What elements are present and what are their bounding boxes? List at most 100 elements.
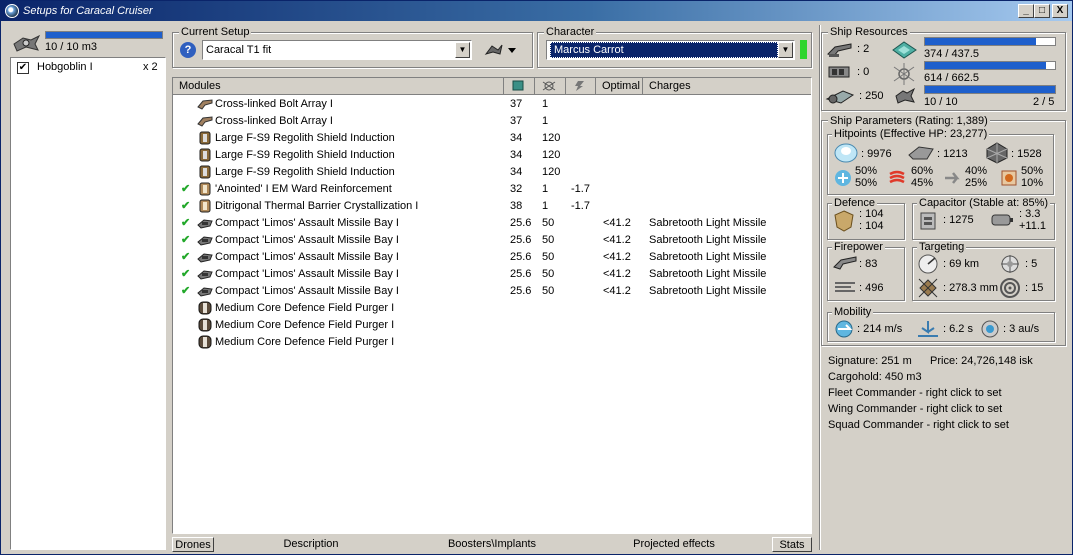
character-select[interactable]: Marcus Carrot ▼ bbox=[546, 40, 795, 60]
module-optimal: <41.2 bbox=[603, 217, 631, 229]
scan-resolution-value: : 278.3 mm bbox=[943, 282, 999, 294]
module-active-check: ✔ bbox=[181, 183, 191, 195]
defence-value-a: : 104 bbox=[859, 208, 884, 220]
shield-hp-value: : 9976 bbox=[861, 148, 892, 160]
launcher-hardpoints-value: : 0 bbox=[857, 66, 870, 78]
module-cpu: 34 bbox=[510, 149, 523, 161]
module-powergrid: 120 bbox=[542, 166, 561, 178]
capacitor-amount-value: : 1275 bbox=[943, 214, 974, 226]
col-powergrid[interactable] bbox=[535, 78, 566, 95]
signature-value: Signature: 251 m bbox=[828, 355, 912, 367]
module-cpu: 32 bbox=[510, 183, 523, 195]
module-active-check: ✔ bbox=[181, 234, 191, 246]
module-cpu: 34 bbox=[510, 166, 523, 178]
col-optimal[interactable]: Optimal bbox=[596, 78, 643, 95]
drone-bandwidth-text: 10 / 10 m3 bbox=[45, 41, 97, 53]
module-active-check: ✔ bbox=[181, 217, 191, 229]
module-optimal: <41.2 bbox=[603, 268, 631, 280]
panel-divider bbox=[819, 25, 820, 550]
module-row[interactable]: ✔ Compact 'Limos' Assault Missile Bay I 25… bbox=[173, 232, 807, 249]
wing-commander[interactable]: Wing Commander - right click to set bbox=[828, 402, 1002, 416]
col-capacitor[interactable] bbox=[566, 78, 596, 95]
module-rig-icon bbox=[197, 335, 213, 355]
cargohold-value: Cargohold: 450 m3 bbox=[828, 371, 922, 383]
thermal-resist-b: 45% bbox=[911, 177, 934, 189]
module-row[interactable]: Cross-linked Bolt Array I 37 1 bbox=[173, 96, 807, 113]
max-targets-value: : 5 bbox=[1025, 258, 1038, 270]
module-row[interactable]: ✔ 'Anointed' I EM Ward Reinforcement 32 1 -1… bbox=[173, 181, 807, 198]
volley-value: : 496 bbox=[859, 282, 884, 294]
modules-rows: Cross-linked Bolt Array I 37 1 Cross-linked… bbox=[173, 96, 811, 533]
current-setup-label: Current Setup bbox=[179, 26, 252, 38]
module-name: Compact 'Limos' Assault Missile Bay I bbox=[215, 285, 399, 297]
module-cpu: 34 bbox=[510, 132, 523, 144]
character-label: Character bbox=[544, 26, 597, 38]
module-row[interactable]: ✔ Compact 'Limos' Assault Missile Bay I 25… bbox=[173, 266, 807, 283]
app-icon bbox=[5, 4, 19, 18]
module-row[interactable]: ✔ Compact 'Limos' Assault Missile Bay I 25… bbox=[173, 249, 807, 266]
col-charges[interactable]: Charges bbox=[643, 78, 811, 95]
module-row[interactable]: ✔ Ditrigonal Thermal Barrier Crystallizat… bbox=[173, 198, 807, 215]
tab-boosters-implants[interactable]: Boosters\Implants bbox=[431, 537, 553, 552]
cpu-icon bbox=[512, 80, 524, 91]
col-modules[interactable]: Modules bbox=[173, 78, 504, 95]
module-powergrid: 120 bbox=[542, 132, 561, 144]
modules-list[interactable]: Modules Optimal Charges Cross-linked Bol… bbox=[172, 77, 812, 534]
tab-drones[interactable]: Drones bbox=[172, 537, 214, 552]
module-name: Compact 'Limos' Assault Missile Bay I bbox=[215, 268, 399, 280]
explosive-resist-a: 50% bbox=[1021, 165, 1044, 177]
module-optimal: <41.2 bbox=[603, 285, 631, 297]
cpu-icon bbox=[892, 41, 917, 59]
warp-speed-value: : 3 au/s bbox=[1003, 323, 1040, 335]
drone-quantity: x 2 bbox=[143, 61, 158, 73]
module-row[interactable]: Medium Core Defence Field Purger I bbox=[173, 317, 807, 334]
module-cpu: 25.6 bbox=[510, 285, 532, 297]
tab-projected-effects[interactable]: Projected effects bbox=[614, 537, 734, 552]
module-powergrid: 1 bbox=[542, 98, 549, 110]
character-select-value: Marcus Carrot bbox=[550, 42, 778, 58]
help-icon[interactable]: ? bbox=[180, 42, 196, 58]
module-active-check: ✔ bbox=[181, 268, 191, 280]
powergrid-icon bbox=[893, 63, 915, 85]
maximize-button[interactable]: □ bbox=[1034, 4, 1050, 18]
module-name: Compact 'Limos' Assault Missile Bay I bbox=[215, 251, 399, 263]
chevron-down-icon[interactable]: ▼ bbox=[455, 42, 470, 58]
scan-resolution-icon bbox=[918, 278, 938, 298]
module-row[interactable]: Large F-S9 Regolith Shield Induction 34 12… bbox=[173, 147, 807, 164]
ship-menu-icon[interactable] bbox=[484, 42, 518, 58]
module-name: Ditrigonal Thermal Barrier Crystallizati… bbox=[215, 200, 419, 212]
col-cpu[interactable] bbox=[504, 78, 535, 95]
chevron-down-icon[interactable]: ▼ bbox=[778, 42, 793, 58]
hitpoints-label: Hitpoints (Effective HP: 23,277) bbox=[832, 128, 990, 140]
drone-checkbox[interactable]: ✔ bbox=[17, 62, 29, 74]
explosive-resist-icon bbox=[1001, 170, 1017, 186]
module-active-check: ✔ bbox=[181, 200, 191, 212]
fleet-commander[interactable]: Fleet Commander - right click to set bbox=[828, 386, 1002, 400]
close-button[interactable]: X bbox=[1052, 4, 1068, 18]
module-row[interactable]: Large F-S9 Regolith Shield Induction 34 12… bbox=[173, 164, 807, 181]
module-row[interactable]: ✔ Compact 'Limos' Assault Missile Bay I 25… bbox=[173, 283, 807, 300]
setup-select[interactable]: Caracal T1 fit ▼ bbox=[202, 40, 472, 60]
drone-name: Hobgoblin I bbox=[37, 61, 93, 73]
modules-header: Modules Optimal Charges bbox=[173, 78, 811, 95]
module-powergrid: 1 bbox=[542, 183, 549, 195]
module-charge: Sabretooth Light Missile bbox=[649, 251, 767, 263]
module-row[interactable]: Medium Core Defence Field Purger I bbox=[173, 334, 807, 351]
minimize-button[interactable]: _ bbox=[1018, 4, 1034, 18]
drone-item[interactable]: ✔ Hobgoblin I x 2 bbox=[15, 60, 165, 76]
squad-commander[interactable]: Squad Commander - right click to set bbox=[828, 418, 1009, 432]
module-row[interactable]: Cross-linked Bolt Array I 37 1 bbox=[173, 113, 807, 130]
defence-icon bbox=[834, 210, 854, 232]
drone-capacity-bar bbox=[924, 85, 1056, 94]
module-row[interactable]: ✔ Compact 'Limos' Assault Missile Bay I 25… bbox=[173, 215, 807, 232]
drone-list[interactable]: ✔ Hobgoblin I x 2 bbox=[10, 57, 166, 550]
module-row[interactable]: Large F-S9 Regolith Shield Induction 34 12… bbox=[173, 130, 807, 147]
drone-bay-icon bbox=[13, 34, 41, 52]
module-name: Cross-linked Bolt Array I bbox=[215, 98, 333, 110]
tab-description[interactable]: Description bbox=[257, 537, 365, 552]
module-cpu: 25.6 bbox=[510, 217, 532, 229]
module-row[interactable]: Medium Core Defence Field Purger I bbox=[173, 300, 807, 317]
module-active-check: ✔ bbox=[181, 285, 191, 297]
tab-stats[interactable]: Stats bbox=[772, 537, 812, 552]
hull-hp-icon bbox=[986, 142, 1008, 164]
